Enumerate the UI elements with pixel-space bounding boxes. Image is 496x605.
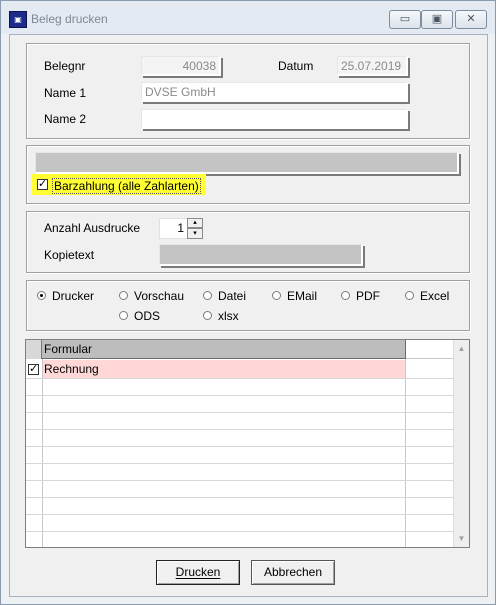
arrow-down-icon: ▾ — [193, 230, 197, 237]
belegnr-field: 40038 — [141, 56, 221, 76]
arrow-up-icon: ▲ — [457, 344, 466, 353]
close-button[interactable]: ✕ — [455, 10, 487, 29]
print-button-label: Drucken — [175, 565, 221, 579]
grid-row-rechnung[interactable]: Rechnung — [42, 360, 406, 378]
radio-pdf[interactable] — [341, 291, 350, 300]
arrow-down-icon: ▼ — [457, 534, 466, 543]
kopietext-label: Kopietext — [44, 248, 95, 262]
grid-corner-cell — [26, 340, 42, 359]
belegnr-label: Belegnr — [44, 59, 86, 73]
radio-drucker-label[interactable]: Drucker — [52, 289, 94, 303]
app-icon: ▣ — [9, 11, 27, 28]
radio-datei-label[interactable]: Datei — [218, 289, 246, 303]
grid-row-line — [26, 514, 453, 515]
spinner-up-button[interactable]: ▴ — [187, 218, 203, 228]
radio-drucker[interactable] — [37, 291, 46, 300]
grid-row-line — [26, 412, 453, 413]
radio-excel[interactable] — [405, 291, 414, 300]
anzahl-value[interactable]: 1 — [160, 221, 184, 235]
radio-pdf-label[interactable]: PDF — [356, 289, 380, 303]
arrow-up-icon: ▴ — [193, 219, 197, 226]
barzahlung-label[interactable]: Barzahlung (alle Zahlarten) — [52, 178, 201, 194]
scroll-up-button[interactable]: ▲ — [454, 341, 469, 356]
grid-row-line — [26, 395, 453, 396]
output-options-group — [26, 280, 470, 331]
grid-row-line — [26, 378, 453, 379]
rechnung-checkbox[interactable]: ✓ — [28, 364, 39, 375]
name1-field[interactable]: DVSE GmbH — [141, 82, 408, 102]
window-title: Beleg drucken — [31, 12, 108, 26]
name2-field[interactable] — [141, 109, 408, 129]
barzahlung-checkbox[interactable]: ✓ — [37, 179, 48, 190]
radio-email[interactable] — [272, 291, 281, 300]
minimize-icon: ▭ — [399, 13, 411, 25]
payment-info-bar — [35, 152, 459, 174]
cancel-button-label: Abbrechen — [263, 565, 323, 579]
radio-vorschau-label[interactable]: Vorschau — [134, 289, 184, 303]
grid-row-line — [26, 446, 453, 447]
radio-datei[interactable] — [203, 291, 212, 300]
name1-label: Name 1 — [44, 86, 87, 100]
name2-label: Name 2 — [44, 112, 87, 126]
grid-col-divider — [42, 359, 43, 547]
grid-row-line — [26, 480, 453, 481]
maximize-button[interactable]: ▣ — [421, 10, 453, 29]
maximize-icon: ▣ — [431, 13, 443, 25]
datum-field: 25.07.2019 — [337, 56, 408, 76]
cancel-button[interactable]: Abbrechen — [251, 560, 335, 585]
radio-xlsx-label[interactable]: xlsx — [218, 309, 239, 323]
radio-ods[interactable] — [119, 311, 128, 320]
radio-excel-label[interactable]: Excel — [420, 289, 449, 303]
close-icon: ✕ — [466, 13, 476, 25]
print-button[interactable]: Drucken — [156, 560, 240, 585]
minimize-button[interactable]: ▭ — [389, 10, 421, 29]
radio-email-label[interactable]: EMail — [287, 289, 317, 303]
scroll-down-button[interactable]: ▼ — [454, 531, 469, 546]
grid-row-line — [26, 429, 453, 430]
check-icon: ✓ — [29, 363, 39, 375]
grid-empty-header — [406, 340, 453, 359]
radio-ods-label[interactable]: ODS — [134, 309, 160, 323]
radio-vorschau[interactable] — [119, 291, 128, 300]
grid-col-divider — [405, 359, 406, 547]
grid-scrollbar[interactable] — [453, 340, 469, 547]
kopietext-field[interactable] — [159, 244, 363, 266]
spinner-down-button[interactable]: ▾ — [187, 228, 203, 239]
grid-row-line — [26, 497, 453, 498]
check-icon: ✓ — [38, 178, 48, 190]
datum-label: Datum — [278, 59, 314, 73]
grid-column-header[interactable]: Formular — [42, 340, 406, 359]
grid-row-line — [26, 463, 453, 464]
radio-xlsx[interactable] — [203, 311, 212, 320]
grid-row-line — [26, 531, 453, 532]
anzahl-label: Anzahl Ausdrucke — [44, 221, 141, 235]
